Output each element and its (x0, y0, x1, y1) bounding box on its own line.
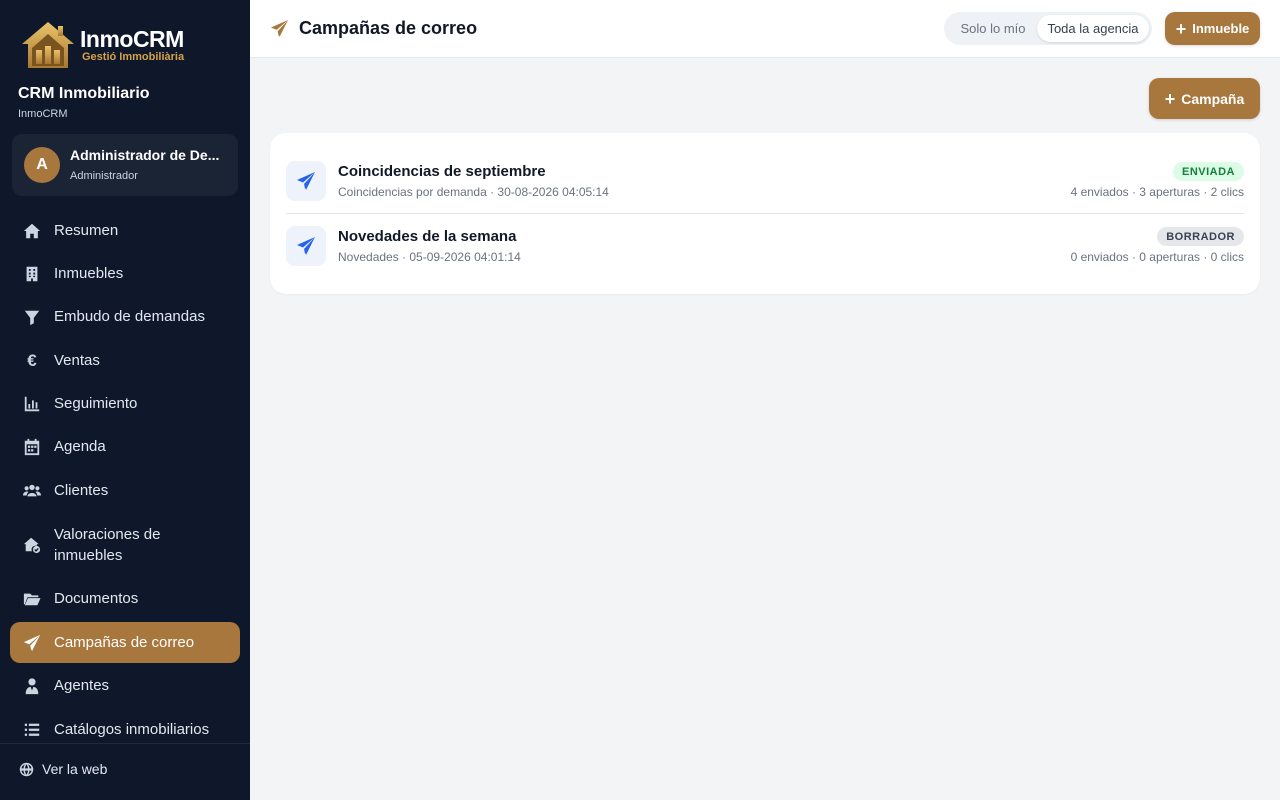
list-item[interactable]: Coincidencias de septiembre Coincidencia… (286, 149, 1244, 214)
user-name: Administrador de De... (70, 147, 220, 163)
building-icon (22, 264, 42, 284)
campaign-meta: Novedades · 05-09-2026 04:01:14 (338, 250, 521, 264)
paper-plane-icon (286, 161, 326, 201)
sidebar-item-campanas[interactable]: Campañas de correo (10, 622, 240, 663)
logo-house-icon (22, 22, 74, 68)
avatar: A (24, 147, 60, 183)
sidebar-item-seguimiento[interactable]: Seguimiento (10, 383, 240, 424)
page-title-text: Campañas de correo (299, 18, 478, 38)
sidebar-item-agentes[interactable]: Agentes (10, 665, 240, 706)
add-campaign-label: Campaña (1181, 90, 1245, 107)
sidebar-item-label: Documentos (54, 590, 139, 607)
sidebar-item-valoraciones[interactable]: Valoraciones de inmuebles (10, 518, 240, 572)
user-tie-icon (22, 676, 42, 696)
sidebar-item-label: Agentes (54, 677, 110, 694)
home-icon (22, 221, 42, 241)
app-subtitle: InmoCRM (18, 108, 68, 120)
sidebar-item-label: Catálogos inmobiliarios (54, 721, 210, 738)
folder-icon (22, 589, 42, 609)
add-campaign-button[interactable]: + Campaña (1149, 78, 1260, 119)
sidebar-item-label: Embudo de demandas (54, 308, 205, 325)
sidebar-item-label: Ventas (54, 352, 100, 369)
status-badge: BORRADOR (1157, 227, 1244, 246)
campaign-title: Coincidencias de septiembre (338, 163, 546, 180)
sidebar-item-agenda[interactable]: Agenda (10, 426, 240, 467)
sidebar-item-label: Valoraciones de inmuebles (54, 526, 161, 564)
add-property-label: Inmueble (1192, 21, 1250, 36)
list-icon (22, 720, 42, 740)
calendar-icon (22, 437, 42, 457)
campaign-list: Coincidencias de septiembre Coincidencia… (270, 133, 1260, 294)
chart-bar-icon (22, 394, 42, 414)
list-item[interactable]: Novedades de la semana Novedades · 05-09… (286, 214, 1244, 279)
sidebar-item-resumen[interactable]: Resumen (10, 210, 240, 251)
sidebar-item-label: Resumen (54, 222, 119, 239)
funnel-icon (22, 307, 42, 327)
sidebar-item-documentos[interactable]: Documentos (10, 578, 240, 619)
campaign-stats: 4 enviados · 3 aperturas · 2 clics (1070, 185, 1244, 199)
sidebar-item-label: Seguimiento (54, 395, 138, 412)
campaign-meta: Coincidencias por demanda · 30-08-2026 0… (338, 185, 609, 199)
users-icon (22, 481, 42, 501)
status-badge: ENVIADA (1172, 162, 1244, 181)
view-website-link[interactable]: Ver la web (19, 761, 107, 777)
user-role: Administrador (70, 170, 138, 182)
sidebar-item-inmuebles[interactable]: Inmuebles (10, 253, 240, 294)
sidebar-item-embudo[interactable]: Embudo de demandas (10, 296, 240, 337)
view-website-label: Ver la web (42, 761, 108, 777)
paper-plane-icon (22, 633, 42, 653)
logo-subtitle: Gestió Immobiliària (82, 51, 185, 63)
scope-option-agency[interactable]: Toda la agencia (1037, 15, 1149, 42)
sidebar: InmoCRM Gestió Immobiliària CRM Inmobili… (0, 0, 250, 800)
top-bar: Campañas de correo Solo lo mío Toda la a… (250, 0, 1280, 58)
app-name: CRM Inmobiliario (18, 85, 150, 102)
globe-icon (19, 762, 34, 776)
euro-icon: € (27, 350, 37, 370)
paper-plane-icon (286, 226, 326, 266)
sidebar-footer: Ver la web (0, 743, 250, 800)
logo[interactable]: InmoCRM Gestió Immobiliària (18, 18, 184, 72)
user-card[interactable]: A Administrador de De... Administrador (12, 134, 238, 196)
sidebar-item-label: Agenda (54, 438, 106, 455)
scope-option-mine[interactable]: Solo lo mío (950, 15, 1036, 42)
paper-plane-icon (270, 19, 289, 38)
house-check-icon (22, 535, 42, 555)
sidebar-item-label: Campañas de correo (54, 634, 195, 651)
page-title: Campañas de correo (270, 18, 477, 39)
sidebar-item-label: Inmuebles (54, 265, 124, 282)
campaign-title: Novedades de la semana (338, 228, 517, 245)
sidebar-item-clientes[interactable]: Clientes (10, 470, 240, 511)
logo-title: InmoCRM (80, 26, 184, 52)
sidebar-item-ventas[interactable]: € Ventas (10, 340, 240, 381)
sidebar-item-label: Clientes (54, 482, 109, 499)
plus-icon: + (1164, 88, 1176, 109)
campaign-stats: 0 enviados · 0 aperturas · 0 clics (1070, 250, 1244, 264)
scope-toggle: Solo lo mío Toda la agencia (944, 12, 1152, 45)
add-property-button[interactable]: + Inmueble (1165, 12, 1260, 45)
plus-icon: + (1175, 18, 1187, 39)
